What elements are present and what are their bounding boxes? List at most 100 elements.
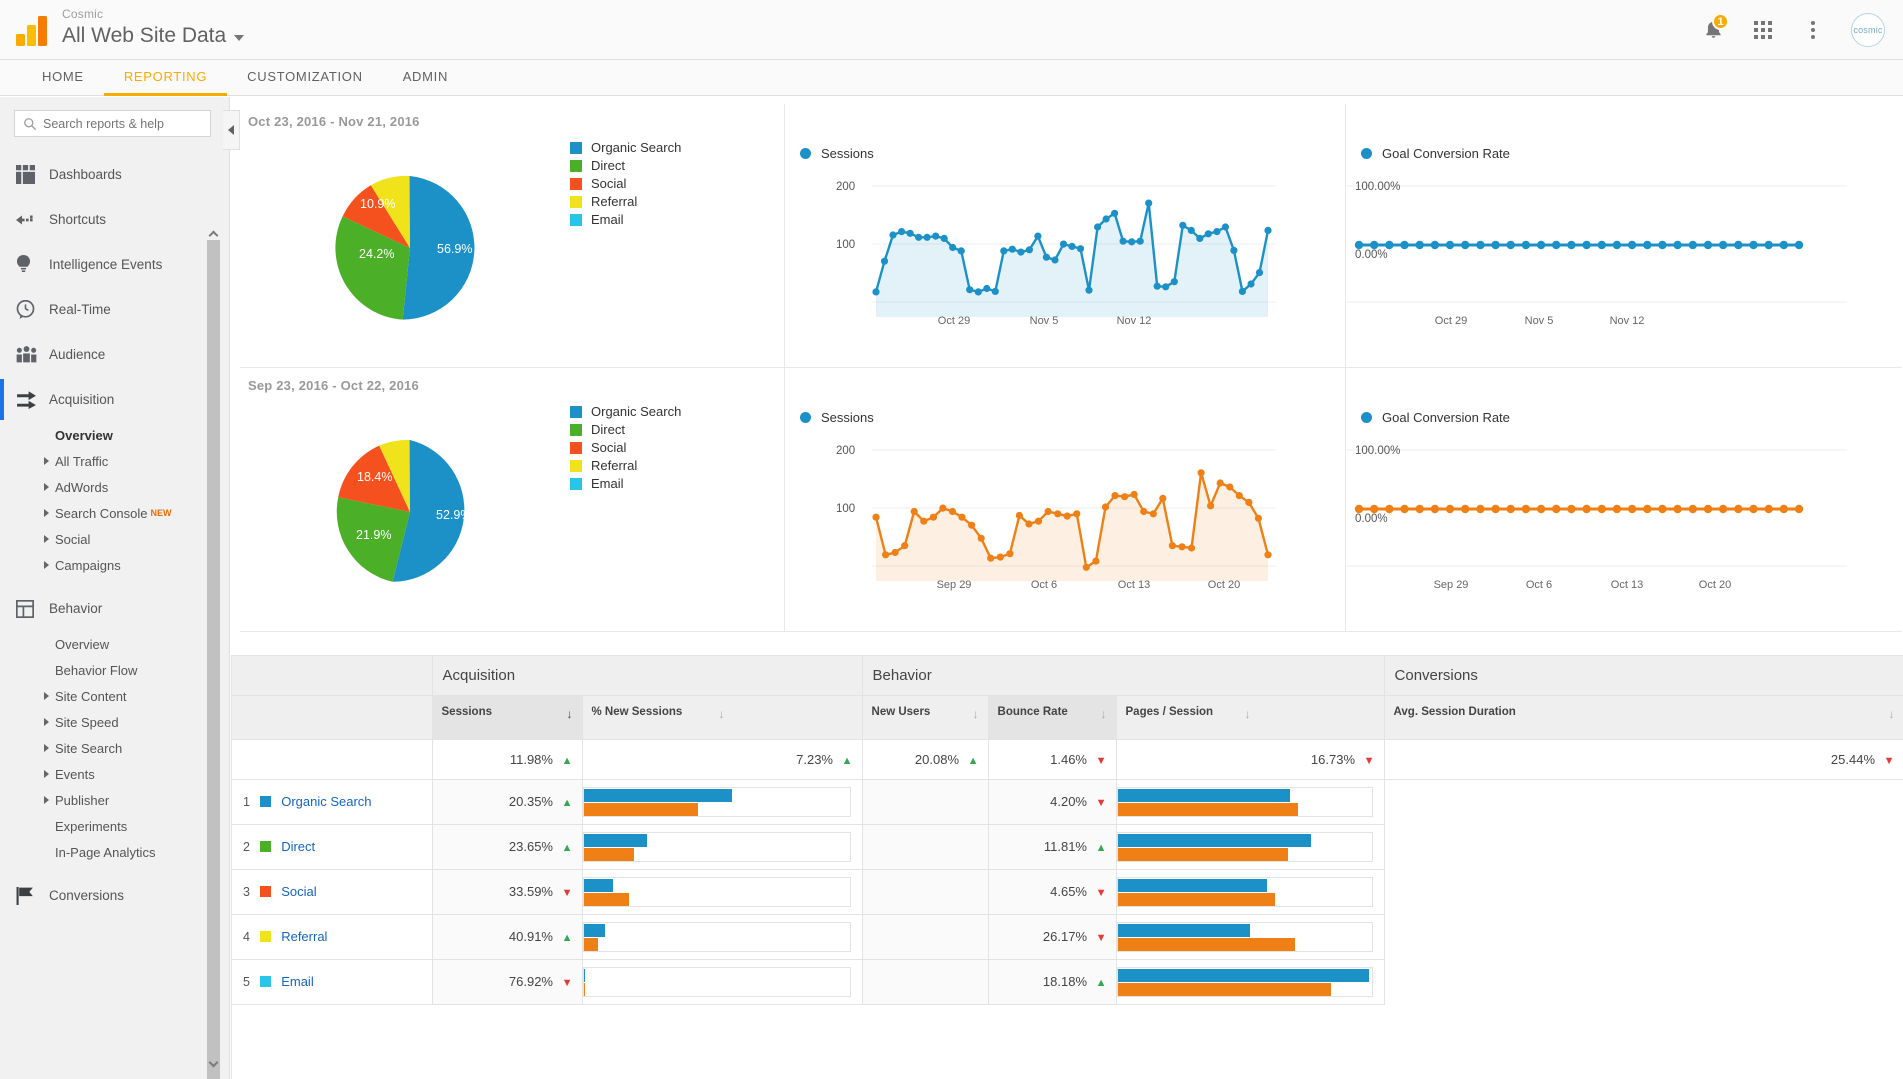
sidebar-item-conversions[interactable]: Conversions xyxy=(0,873,229,918)
sidebar-item-dashboards[interactable]: Dashboards xyxy=(0,152,229,197)
data-point xyxy=(1196,234,1204,242)
sidebar-item-intelligence-events[interactable]: Intelligence Events xyxy=(0,242,229,287)
row-name-cell[interactable]: 4 Referral xyxy=(232,914,433,960)
sidebar-item-social[interactable]: Social xyxy=(0,526,229,552)
legend-item[interactable]: Social xyxy=(570,176,681,191)
table-row[interactable]: 1 Organic Search 20.35% ▲ 4.20% ▼ xyxy=(232,779,1903,825)
avatar[interactable]: cosmic xyxy=(1851,13,1885,47)
col-header-avg-session-duration[interactable]: Avg. Session Duration ↓ xyxy=(1384,695,1903,740)
sidebar-collapse-button[interactable] xyxy=(223,110,240,150)
sidebar-item-behavior-flow[interactable]: Behavior Flow xyxy=(0,657,229,683)
col-header-new-sessions[interactable]: % New Sessions ↓ xyxy=(582,695,863,740)
data-point xyxy=(1149,510,1157,518)
legend-item[interactable]: Referral xyxy=(570,458,681,473)
sidebar-item-experiments[interactable]: Experiments xyxy=(0,813,229,839)
svg-text:200: 200 xyxy=(836,181,855,193)
sidebar-item-audience[interactable]: Audience xyxy=(0,332,229,377)
legend-item[interactable]: Referral xyxy=(570,194,681,209)
data-point xyxy=(1597,240,1606,250)
row-name-cell[interactable]: 3 Social xyxy=(232,869,433,915)
table-row[interactable]: 2 Direct 23.65% ▲ 11.81% ▲ xyxy=(232,824,1903,870)
sidebar-item-all-traffic[interactable]: All Traffic xyxy=(0,448,229,474)
sort-desc-icon[interactable]: ↓ xyxy=(567,707,573,721)
sidebar-item-beh-overview[interactable]: Overview xyxy=(0,631,229,657)
property-selector[interactable]: Cosmic All Web Site Data xyxy=(62,7,245,50)
row-new-sessions-bars xyxy=(582,824,863,870)
sidebar-item-search-console[interactable]: Search Console NEW xyxy=(0,500,229,526)
sidebar-scrollbar[interactable] xyxy=(207,240,220,1079)
data-point xyxy=(1119,237,1127,245)
table-row[interactable]: 4 Referral 40.91% ▲ 26.17% ▼ xyxy=(232,914,1903,960)
sidebar-item-acq-overview[interactable]: Overview xyxy=(0,422,229,448)
row-channel-link[interactable]: Social xyxy=(281,884,316,899)
col-header-sessions[interactable]: Sessions ↓ xyxy=(432,695,583,740)
sidebar-scroll-down-button[interactable] xyxy=(207,1057,220,1071)
summary-value: 7.23% xyxy=(796,751,833,767)
col-header-new-users[interactable]: New Users ↓ xyxy=(862,695,989,740)
sort-icon[interactable]: ↓ xyxy=(1101,707,1107,721)
sidebar-item-campaigns[interactable]: Campaigns xyxy=(0,552,229,578)
sort-icon[interactable]: ↓ xyxy=(973,707,979,721)
bar-previous xyxy=(1117,892,1275,906)
sidebar-item-acquisition[interactable]: Acquisition xyxy=(0,377,229,422)
table-row[interactable]: 3 Social 33.59% ▼ 4.65% ▼ xyxy=(232,869,1903,915)
sort-icon[interactable]: ↓ xyxy=(1245,707,1251,721)
pie-panel-current: Oct 23, 2016 - Nov 21, 2016 56.9% 24.2% … xyxy=(240,104,785,367)
sidebar-item-site-content[interactable]: Site Content xyxy=(0,683,229,709)
legend-item[interactable]: Direct xyxy=(570,422,681,437)
sidebar-item-site-speed[interactable]: Site Speed xyxy=(0,709,229,735)
row-name-cell[interactable]: 5 Email xyxy=(232,959,433,1005)
sidebar-scrollbar-thumb[interactable] xyxy=(207,240,220,1079)
sidebar-item-publisher[interactable]: Publisher xyxy=(0,787,229,813)
search-box[interactable] xyxy=(14,110,211,137)
row-channel-link[interactable]: Direct xyxy=(281,839,315,854)
data-point xyxy=(1255,269,1264,277)
sidebar-item-shortcuts[interactable]: Shortcuts xyxy=(0,197,229,242)
svg-text:100: 100 xyxy=(836,239,855,251)
data-point xyxy=(1506,504,1515,514)
row-channel-link[interactable]: Organic Search xyxy=(281,794,371,809)
sort-icon[interactable]: ↓ xyxy=(719,707,725,721)
sidebar-item-adwords[interactable]: AdWords xyxy=(0,474,229,500)
view-name-row[interactable]: All Web Site Data xyxy=(62,22,245,50)
sessions-chart-previous: 200 100 Sep 29 Oct 6 Oct 13 Oct 20 xyxy=(836,445,1276,591)
tab-reporting[interactable]: REPORTING xyxy=(103,69,228,96)
legend-item[interactable]: Email xyxy=(570,476,681,491)
legend-item[interactable]: Organic Search xyxy=(570,140,681,155)
sidebar-item-behavior[interactable]: Behavior xyxy=(0,586,229,631)
sidebar-sub-label: Search Console xyxy=(55,505,148,521)
row-channel-link[interactable]: Email xyxy=(281,974,314,989)
row-name-cell[interactable]: 2 Direct xyxy=(232,824,433,870)
sidebar-item-in-page-analytics[interactable]: In-Page Analytics xyxy=(0,839,229,865)
tab-admin[interactable]: ADMIN xyxy=(383,69,468,95)
sidebar-item-real-time[interactable]: Real-Time xyxy=(0,287,229,332)
sort-icon[interactable]: ↓ xyxy=(1889,707,1895,721)
notifications-button[interactable]: 1 xyxy=(1701,13,1729,42)
legend-item[interactable]: Social xyxy=(570,440,681,455)
table-row[interactable]: 5 Email 76.92% ▼ 18.18% ▲ xyxy=(232,959,1903,1005)
data-point xyxy=(1145,199,1153,207)
data-point xyxy=(1085,286,1093,294)
col-header-pages-session[interactable]: Pages / Session ↓ xyxy=(1116,695,1385,740)
tab-home[interactable]: HOME xyxy=(22,69,104,95)
sidebar-item-events[interactable]: Events xyxy=(0,761,229,787)
bar-current xyxy=(1117,923,1250,937)
data-point xyxy=(1370,504,1379,514)
bar-previous xyxy=(583,937,599,951)
legend-item[interactable]: Direct xyxy=(570,158,681,173)
col-header-label: Sessions xyxy=(441,705,493,718)
search-input[interactable] xyxy=(43,116,203,131)
apps-button[interactable] xyxy=(1751,18,1775,42)
pie-label-organic: 56.9% xyxy=(437,242,472,256)
legend-item[interactable]: Email xyxy=(570,212,681,227)
col-header-bounce-rate[interactable]: Bounce Rate ↓ xyxy=(988,695,1117,740)
legend-item[interactable]: Organic Search xyxy=(570,404,681,419)
sidebar-scroll-up-button[interactable] xyxy=(207,227,220,241)
more-options-button[interactable] xyxy=(1801,18,1825,42)
bar-track xyxy=(582,786,851,817)
goal-rate-panel-previous: Goal Conversion Rate 100.00% 0.00% Sep 2… xyxy=(1347,368,1902,631)
row-name-cell[interactable]: 1 Organic Search xyxy=(232,779,433,825)
row-channel-link[interactable]: Referral xyxy=(281,929,327,944)
tab-customization[interactable]: CUSTOMIZATION xyxy=(227,69,383,95)
sidebar-item-site-search[interactable]: Site Search xyxy=(0,735,229,761)
